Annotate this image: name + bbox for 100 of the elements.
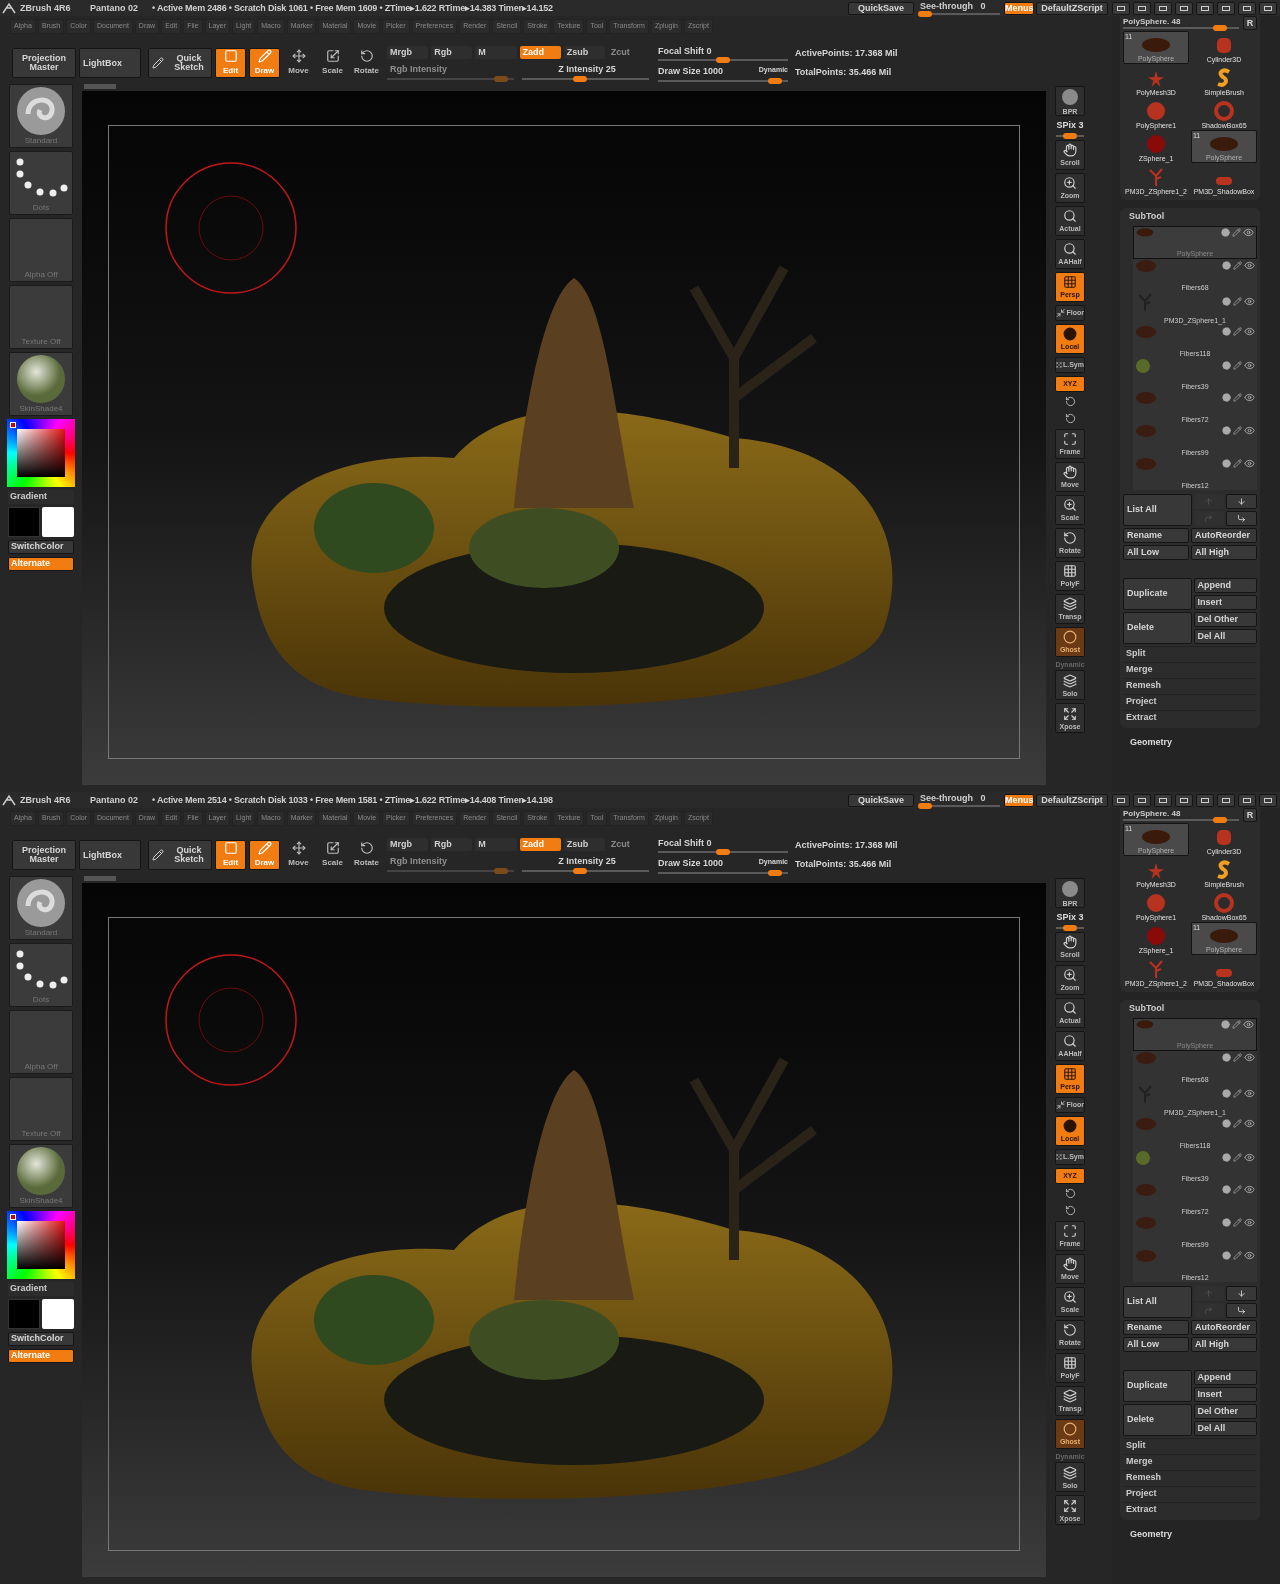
brush-icon[interactable] [1233, 1089, 1242, 1098]
viewport-scrollbar[interactable] [84, 876, 116, 881]
eye-icon[interactable] [1244, 1052, 1255, 1063]
secondary-color-swatch[interactable] [42, 506, 74, 537]
toggle-icon[interactable] [1222, 261, 1231, 270]
quicksave-button[interactable]: QuickSave [848, 793, 914, 807]
subtool-action[interactable]: Extract [1123, 709, 1257, 726]
del-all-button[interactable]: Del All [1193, 1420, 1257, 1436]
brush-icon[interactable] [1233, 1119, 1242, 1128]
slider-track[interactable] [1056, 926, 1084, 929]
brush-icon[interactable] [1233, 1185, 1242, 1194]
geometry-header[interactable]: Geometry [1120, 1527, 1260, 1541]
viewport-scrollbar[interactable] [84, 84, 116, 89]
slider-thumb[interactable] [918, 10, 932, 17]
scale-mode-button[interactable]: Scale [317, 48, 348, 78]
del-all-button[interactable]: Del All [1193, 628, 1257, 644]
r-button[interactable]: R [1243, 808, 1257, 822]
del-other-button[interactable]: Del Other [1193, 1403, 1257, 1419]
eye-icon[interactable] [1243, 1018, 1254, 1030]
scale-mode-button[interactable]: Scale [317, 840, 348, 870]
channel-button[interactable]: M [475, 838, 517, 852]
channel-button[interactable]: Zsub [563, 46, 605, 60]
eye-icon[interactable] [1244, 425, 1255, 436]
subtool-button[interactable]: All High [1191, 544, 1257, 560]
rotate-mode-button[interactable]: Rotate [351, 48, 382, 78]
slider-thumb[interactable] [768, 869, 783, 876]
subtool-action[interactable]: Split [1123, 1437, 1257, 1454]
main-color-swatch[interactable] [8, 1298, 40, 1329]
brush-icon[interactable] [1233, 393, 1242, 402]
list-all-button[interactable]: List All [1123, 493, 1192, 526]
color-picker[interactable] [7, 1211, 75, 1279]
toggle-icon[interactable] [1222, 297, 1231, 306]
script-button[interactable]: DefaultZScript [1036, 1, 1108, 15]
subtool-action[interactable]: Remesh [1123, 677, 1257, 694]
eye-icon[interactable] [1244, 1184, 1255, 1195]
slider-track[interactable] [1056, 134, 1084, 137]
slider-thumb[interactable] [572, 867, 587, 874]
toggle-icon[interactable] [1222, 1218, 1231, 1227]
subtool-action[interactable]: Project [1123, 1485, 1257, 1502]
delete-button[interactable]: Delete [1123, 611, 1192, 644]
subtool-action[interactable]: Split [1123, 645, 1257, 662]
secondary-color-swatch[interactable] [42, 1298, 74, 1329]
eye-icon[interactable] [1244, 1250, 1255, 1261]
toggle-icon[interactable] [1221, 227, 1230, 237]
toggle-icon[interactable] [1222, 1089, 1231, 1098]
brush-icon[interactable] [1233, 1153, 1242, 1162]
append-button[interactable]: Append [1193, 1369, 1257, 1385]
script-button[interactable]: DefaultZScript [1036, 793, 1108, 807]
channel-button[interactable]: Rgb [431, 838, 473, 852]
eye-icon[interactable] [1244, 296, 1255, 307]
brush-icon[interactable] [1233, 459, 1242, 468]
subtool-action[interactable]: Extract [1123, 1501, 1257, 1518]
subtool-button[interactable]: AutoReorder [1191, 527, 1257, 543]
slider-thumb[interactable] [572, 75, 587, 82]
subtool-action[interactable]: Merge [1123, 661, 1257, 678]
toggle-icon[interactable] [1222, 1119, 1231, 1128]
eye-icon[interactable] [1244, 360, 1255, 371]
slider-track[interactable] [918, 12, 1000, 15]
eye-icon[interactable] [1243, 226, 1254, 238]
toggle-icon[interactable] [1222, 1251, 1231, 1260]
switch-color-button[interactable]: SwitchColor [8, 1331, 74, 1346]
subtool-action[interactable]: Remesh [1123, 1469, 1257, 1486]
brush-icon[interactable] [1233, 327, 1242, 336]
slider-thumb[interactable] [1212, 817, 1227, 823]
channel-button[interactable]: M [475, 46, 517, 60]
slider-track[interactable] [522, 869, 649, 872]
slider-thumb[interactable] [1212, 25, 1227, 31]
slider-thumb[interactable] [918, 802, 932, 809]
window-icon[interactable] [1175, 793, 1193, 807]
color-picker[interactable] [7, 419, 75, 487]
toggle-icon[interactable] [1222, 459, 1231, 468]
subtool-action[interactable]: Project [1123, 693, 1257, 710]
slider-thumb[interactable] [716, 57, 730, 63]
main-color-swatch[interactable] [8, 506, 40, 537]
corner-arrow-button[interactable] [1226, 1302, 1257, 1318]
toggle-icon[interactable] [1222, 1153, 1231, 1162]
toggle-icon[interactable] [1222, 426, 1231, 435]
channel-button[interactable]: Zsub [563, 838, 605, 852]
eye-icon[interactable] [1244, 1118, 1255, 1129]
subtool-button[interactable]: AutoReorder [1191, 1319, 1257, 1335]
channel-button[interactable]: Mrgb [387, 46, 429, 60]
eye-icon[interactable] [1244, 458, 1255, 469]
brush-icon[interactable] [1233, 426, 1242, 435]
toggle-icon[interactable] [1221, 1019, 1230, 1029]
eye-icon[interactable] [1244, 326, 1255, 337]
down-arrow-button[interactable] [1226, 1285, 1257, 1301]
brush-icon[interactable] [1233, 261, 1242, 270]
toggle-icon[interactable] [1222, 327, 1231, 336]
slider-thumb[interactable] [1063, 132, 1077, 139]
move-mode-button[interactable]: Move [283, 48, 314, 78]
toggle-icon[interactable] [1222, 393, 1231, 402]
brush-icon[interactable] [1233, 361, 1242, 370]
rotate-mode-button[interactable]: Rotate [351, 840, 382, 870]
subtool-button[interactable]: All Low [1123, 544, 1189, 560]
append-button[interactable]: Append [1193, 577, 1257, 593]
brush-icon[interactable] [1233, 1053, 1242, 1062]
insert-button[interactable]: Insert [1193, 1386, 1257, 1402]
window-icon[interactable] [1154, 1, 1172, 15]
duplicate-button[interactable]: Duplicate [1123, 1369, 1192, 1402]
r-button[interactable]: R [1243, 16, 1257, 30]
